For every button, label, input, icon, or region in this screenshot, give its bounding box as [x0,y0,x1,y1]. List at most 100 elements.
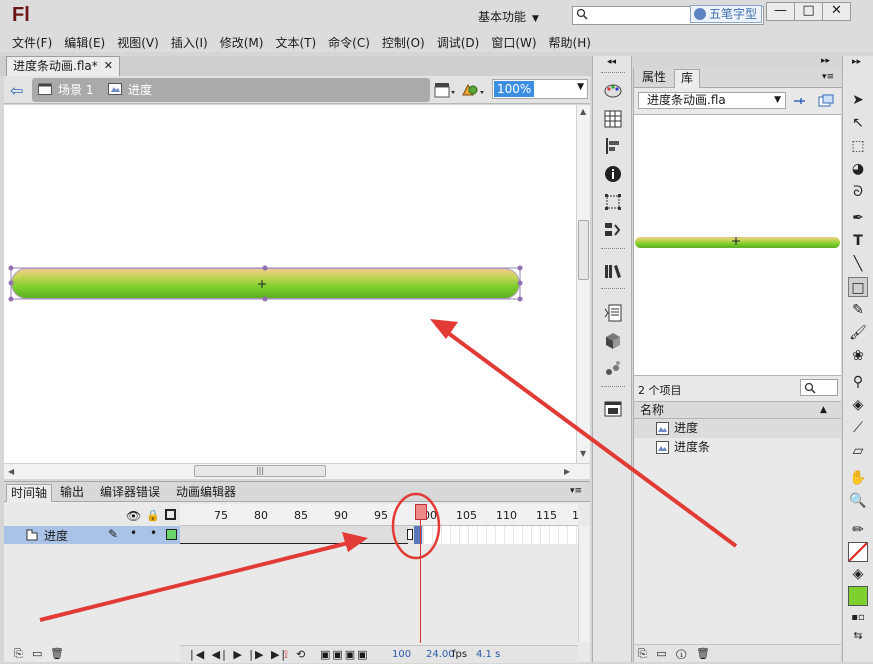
info-icon[interactable] [604,165,622,183]
scroll-right-icon[interactable]: ▶ [564,467,570,476]
sort-icon[interactable]: ▲ [820,402,827,418]
pin-icon[interactable] [792,94,806,108]
menu-insert[interactable]: 插入(I) [165,34,214,51]
tween-span[interactable] [180,526,408,544]
menu-help[interactable]: 帮助(H) [543,34,597,51]
3d-rotation-tool-icon[interactable]: ◕ [848,159,868,179]
new-folder-icon[interactable]: ▭ [32,647,42,660]
restore-button[interactable]: □ [794,2,823,21]
panel-menu-icon[interactable]: ▾≡ [570,486,582,496]
code-snippets-icon[interactable] [604,221,622,239]
hand-tool-icon[interactable]: ✋ [848,468,868,488]
stage-vertical-scrollbar[interactable]: ▲ ▼ [576,105,590,463]
menu-debug[interactable]: 调试(D) [431,34,486,51]
pen-tool-icon[interactable]: ✒ [848,208,868,228]
menu-text[interactable]: 文本(T) [269,34,322,51]
transform-icon[interactable] [604,193,622,211]
scroll-thumb[interactable]: ||| [194,465,326,477]
workspace-switcher[interactable]: 基本功能 ▼ [478,8,562,26]
components-icon[interactable] [604,332,622,350]
new-library-panel-icon[interactable] [818,94,834,108]
empty-frames[interactable] [424,526,578,544]
playback-controls[interactable]: |◀ ◀| ▶ |▶ ▶| [190,648,287,661]
collapse-icon[interactable]: ▸▸ [821,56,830,66]
tab-motion-editor[interactable]: 动画编辑器 [172,484,240,502]
menu-commands[interactable]: 命令(C) [322,34,376,51]
breadcrumb-scene[interactable]: 场景 1 [58,82,93,98]
breadcrumb-symbol[interactable]: 进度 [128,82,152,98]
stroke-color-swatch[interactable] [848,542,868,562]
library-item[interactable]: 进度 [634,419,841,438]
center-frame-icon[interactable]: ⟟ [284,648,288,662]
line-tool-icon[interactable]: ╲ [848,254,868,274]
stage-horizontal-scrollbar[interactable]: ◀ ||| ▶ [4,463,590,479]
fill-color-swatch[interactable] [848,586,868,606]
scroll-down-icon[interactable]: ▼ [580,449,586,458]
scroll-thumb[interactable] [578,220,589,280]
library-document-select[interactable]: 进度条动画.fla ▼ [638,92,786,109]
loop-icon[interactable]: ⟲ [296,648,305,661]
outline-icon[interactable] [165,509,176,520]
swap-colors-icon[interactable]: ⇆ [848,626,868,646]
delete-layer-icon[interactable]: 🗑 [50,647,64,660]
stroke-color-icon[interactable]: ✏ [848,520,868,540]
panel-menu-icon[interactable]: ▾≡ [822,72,834,82]
swatches-icon[interactable] [604,110,622,128]
color-icon[interactable] [604,82,622,100]
frame-rate[interactable]: 24.00 [426,649,455,660]
lasso-tool-icon[interactable]: ᘐ [848,182,868,202]
lock-icon[interactable]: 🔒 [146,509,160,522]
lock-dot-icon[interactable]: • [150,526,157,540]
outline-color-swatch[interactable] [166,529,177,540]
onion-skin-icons[interactable]: ▣▣▣▣ [320,648,370,661]
selection-tool-icon[interactable]: ➤ [848,90,868,110]
menu-modify[interactable]: 修改(M) [214,34,270,51]
tab-compiler-errors[interactable]: 编译器错误 [96,484,164,502]
stage-canvas[interactable] [4,105,576,463]
library-footer-buttons[interactable]: ⎘ ▭ ⓘ 🗑 [638,647,713,661]
bone-tool-icon[interactable]: ⚲ [848,372,868,392]
back-arrow-icon[interactable]: ⇦ [10,81,23,100]
movie-explorer-icon[interactable] [604,360,622,378]
brush-tool-icon[interactable]: 🖌 [848,323,868,343]
current-frame[interactable]: 100 [392,649,411,660]
close-tab-icon[interactable]: ✕ [104,57,113,75]
fill-color-icon[interactable]: ◈ [848,564,868,584]
zoom-tool-icon[interactable]: 🔍 [848,491,868,511]
tab-properties[interactable]: 属性 [636,69,672,88]
eyedropper-tool-icon[interactable]: ⟋ [848,418,868,438]
library-search-input[interactable] [800,379,838,396]
library-item[interactable]: 进度条 [634,438,841,457]
visibility-dot-icon[interactable]: • [130,526,137,540]
actions-icon[interactable] [604,304,622,322]
menu-view[interactable]: 视图(V) [111,34,165,51]
layer-name[interactable]: 进度 [44,527,68,544]
rectangle-tool-icon[interactable]: □ [848,277,868,297]
playhead[interactable] [415,504,427,520]
output-icon[interactable] [604,400,622,418]
menu-edit[interactable]: 编辑(E) [58,34,111,51]
menu-file[interactable]: 文件(F) [6,34,58,51]
pencil-tool-icon[interactable]: ✎ [848,300,868,320]
tab-output[interactable]: 输出 [56,484,88,502]
menu-control[interactable]: 控制(O) [376,34,431,51]
eraser-tool-icon[interactable]: ▱ [848,441,868,461]
menu-window[interactable]: 窗口(W) [485,34,542,51]
end-keyframe-marker[interactable] [407,529,413,540]
ime-indicator[interactable]: 五笔字型 [690,5,762,23]
library-icon[interactable] [604,262,622,280]
deco-tool-icon[interactable]: ❀ [848,346,868,366]
subselection-tool-icon[interactable]: ↖ [848,113,868,133]
scroll-left-icon[interactable]: ◀ [8,467,14,476]
paint-bucket-tool-icon[interactable]: ◈ [848,395,868,415]
text-tool-icon[interactable]: T [848,231,868,251]
document-tab[interactable]: 进度条动画.fla* ✕ [6,56,120,76]
show-hide-eye-icon[interactable]: 👁 [126,509,141,523]
edit-symbols-icon[interactable] [461,81,485,99]
library-column-header[interactable]: 名称 ▲ [634,401,841,419]
align-icon[interactable] [604,137,622,155]
collapse-icon[interactable]: ◂◂ [607,57,616,67]
collapse-icon[interactable]: ▸▸ [852,57,861,67]
new-layer-icon[interactable]: ⎘ [14,647,23,661]
frame-ruler[interactable]: 75 80 85 90 95 100 105 110 115 1 [180,504,579,526]
